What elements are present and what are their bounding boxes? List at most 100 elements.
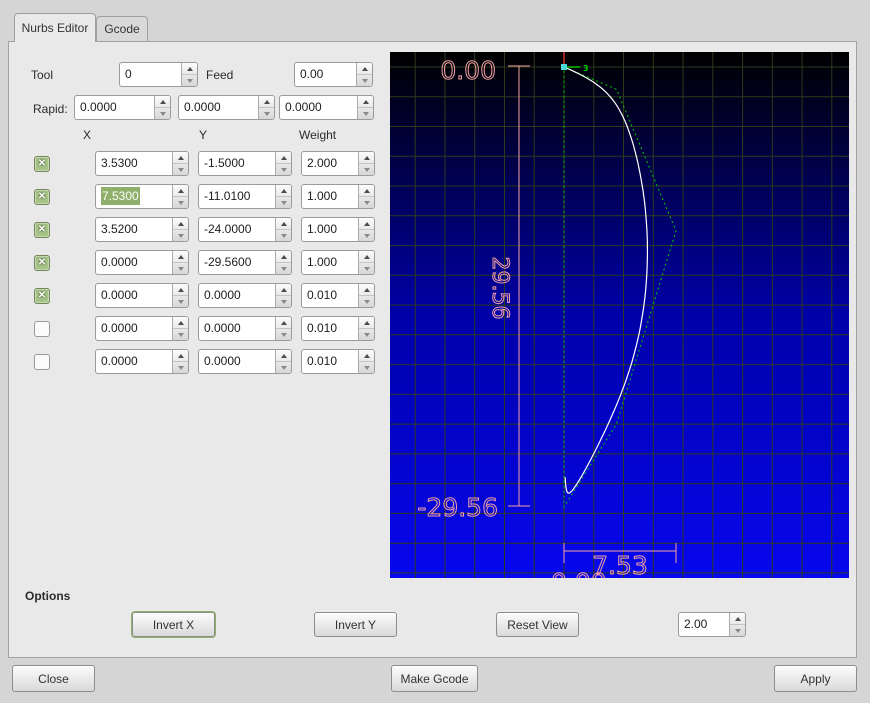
row-4-y-stepper[interactable] [275, 251, 291, 274]
row-3-x-stepper[interactable] [172, 218, 188, 241]
feed-stepper[interactable] [356, 63, 372, 86]
row-3-y-stepper[interactable] [275, 218, 291, 241]
row-6-y-stepper[interactable] [275, 317, 291, 340]
step-down-icon[interactable] [173, 362, 188, 373]
row-7-x-stepper[interactable] [172, 350, 188, 373]
tab-nurbs-editor[interactable]: Nurbs Editor [14, 13, 96, 42]
step-up-icon[interactable] [276, 251, 291, 263]
grid-size-stepper[interactable] [729, 613, 745, 636]
step-down-icon[interactable] [173, 296, 188, 307]
row-7-enabled-checkbox[interactable] [34, 354, 50, 370]
row-2-x-stepper[interactable] [172, 185, 188, 208]
row-1-weight-spinbox[interactable]: 2.000 [301, 151, 375, 176]
row-4-enabled-checkbox[interactable] [34, 255, 50, 271]
reset-view-button[interactable]: Reset View [496, 612, 579, 637]
step-up-icon[interactable] [173, 350, 188, 362]
row-4-x-stepper[interactable] [172, 251, 188, 274]
step-down-icon[interactable] [359, 296, 374, 307]
step-down-icon[interactable] [276, 263, 291, 274]
row-2-enabled-checkbox[interactable] [34, 189, 50, 205]
make-gcode-button[interactable]: Make Gcode [391, 665, 478, 692]
step-up-icon[interactable] [276, 350, 291, 362]
row-6-weight-spinbox[interactable]: 0.010 [301, 316, 375, 341]
step-down-icon[interactable] [359, 362, 374, 373]
step-down-icon[interactable] [276, 164, 291, 175]
step-down-icon[interactable] [182, 75, 197, 86]
step-up-icon[interactable] [173, 317, 188, 329]
invert-y-button[interactable]: Invert Y [314, 612, 397, 637]
tool-stepper[interactable] [181, 63, 197, 86]
row-7-weight-stepper[interactable] [358, 350, 374, 373]
nurbs-preview-plot[interactable]: 0.00 29.56 -29.56 7.53 0.00 3 [390, 52, 849, 578]
step-up-icon[interactable] [182, 63, 197, 75]
step-up-icon[interactable] [276, 152, 291, 164]
step-up-icon[interactable] [276, 218, 291, 230]
step-down-icon[interactable] [276, 296, 291, 307]
step-down-icon[interactable] [276, 329, 291, 340]
row-2-y-spinbox[interactable]: -11.0100 [198, 184, 292, 209]
step-up-icon[interactable] [173, 218, 188, 230]
step-up-icon[interactable] [259, 96, 274, 108]
row-1-y-spinbox[interactable]: -1.5000 [198, 151, 292, 176]
row-5-weight-stepper[interactable] [358, 284, 374, 307]
apply-button[interactable]: Apply [774, 665, 857, 692]
step-up-icon[interactable] [730, 613, 745, 625]
step-down-icon[interactable] [357, 75, 372, 86]
row-2-x-spinbox[interactable]: 7.5300 [95, 184, 189, 209]
step-down-icon[interactable] [276, 362, 291, 373]
row-6-weight-stepper[interactable] [358, 317, 374, 340]
row-5-y-stepper[interactable] [275, 284, 291, 307]
row-7-y-spinbox[interactable]: 0.0000 [198, 349, 292, 374]
row-5-weight-spinbox[interactable]: 0.010 [301, 283, 375, 308]
step-up-icon[interactable] [155, 96, 170, 108]
step-down-icon[interactable] [730, 625, 745, 636]
row-4-y-spinbox[interactable]: -29.5600 [198, 250, 292, 275]
rapid-y-spinbox[interactable]: 0.0000 [178, 95, 275, 120]
step-down-icon[interactable] [155, 108, 170, 119]
row-1-enabled-checkbox[interactable] [34, 156, 50, 172]
nurbs-plot-canvas[interactable]: 0.00 29.56 -29.56 7.53 0.00 3 [390, 52, 849, 578]
step-up-icon[interactable] [359, 251, 374, 263]
row-6-enabled-checkbox[interactable] [34, 321, 50, 337]
start-point-marker[interactable] [561, 64, 567, 70]
step-up-icon[interactable] [359, 350, 374, 362]
row-2-weight-spinbox[interactable]: 1.000 [301, 184, 375, 209]
row-5-x-stepper[interactable] [172, 284, 188, 307]
step-down-icon[interactable] [359, 164, 374, 175]
step-up-icon[interactable] [359, 152, 374, 164]
row-6-y-spinbox[interactable]: 0.0000 [198, 316, 292, 341]
row-2-y-stepper[interactable] [275, 185, 291, 208]
row-7-x-spinbox[interactable]: 0.0000 [95, 349, 189, 374]
invert-x-button[interactable]: Invert X [132, 612, 215, 637]
step-down-icon[interactable] [173, 329, 188, 340]
step-up-icon[interactable] [359, 317, 374, 329]
row-1-x-spinbox[interactable]: 3.5300 [95, 151, 189, 176]
step-down-icon[interactable] [173, 230, 188, 241]
row-3-y-spinbox[interactable]: -24.0000 [198, 217, 292, 242]
row-1-y-stepper[interactable] [275, 152, 291, 175]
step-down-icon[interactable] [173, 197, 188, 208]
row-6-x-spinbox[interactable]: 0.0000 [95, 316, 189, 341]
row-6-x-stepper[interactable] [172, 317, 188, 340]
step-up-icon[interactable] [276, 284, 291, 296]
step-down-icon[interactable] [173, 263, 188, 274]
step-down-icon[interactable] [359, 230, 374, 241]
step-up-icon[interactable] [173, 185, 188, 197]
row-5-y-spinbox[interactable]: 0.0000 [198, 283, 292, 308]
row-1-x-stepper[interactable] [172, 152, 188, 175]
step-down-icon[interactable] [173, 164, 188, 175]
rapid-z-stepper[interactable] [357, 96, 373, 119]
step-up-icon[interactable] [357, 63, 372, 75]
step-down-icon[interactable] [359, 197, 374, 208]
step-up-icon[interactable] [173, 284, 188, 296]
rapid-x-stepper[interactable] [154, 96, 170, 119]
close-button[interactable]: Close [12, 665, 95, 692]
row-3-x-spinbox[interactable]: 3.5200 [95, 217, 189, 242]
step-down-icon[interactable] [358, 108, 373, 119]
step-down-icon[interactable] [359, 263, 374, 274]
row-7-y-stepper[interactable] [275, 350, 291, 373]
row-4-weight-spinbox[interactable]: 1.000 [301, 250, 375, 275]
feed-spinbox[interactable]: 0.00 [294, 62, 373, 87]
row-3-weight-stepper[interactable] [358, 218, 374, 241]
step-up-icon[interactable] [276, 185, 291, 197]
